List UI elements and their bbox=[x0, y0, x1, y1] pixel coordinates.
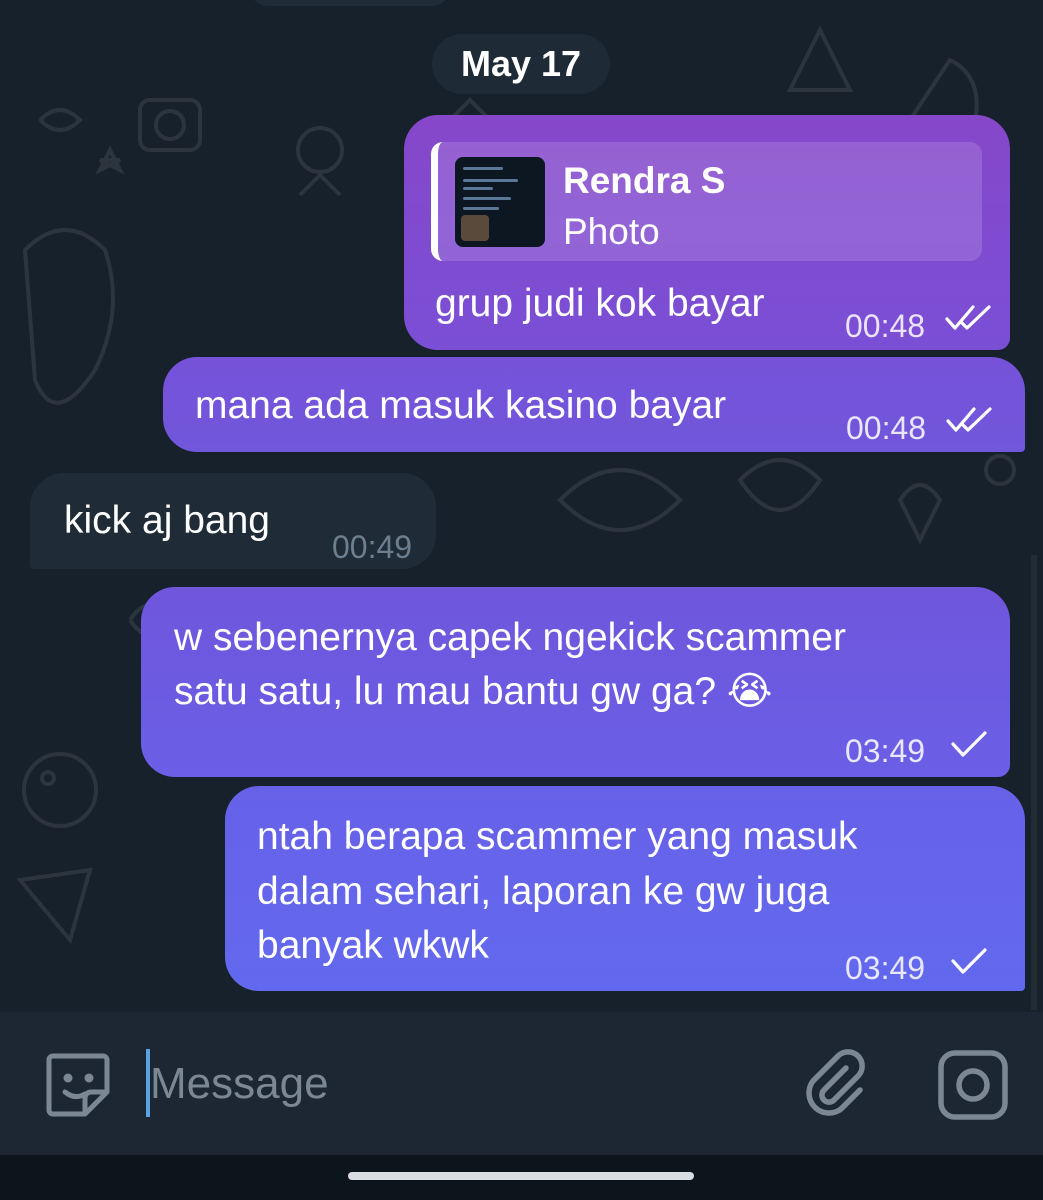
message-time: 03:49 bbox=[845, 733, 926, 769]
message-time: 00:48 bbox=[845, 308, 926, 344]
outgoing-message[interactable]: w sebenernya capek ngekick scammer satu … bbox=[141, 587, 1010, 777]
home-indicator[interactable] bbox=[348, 1172, 694, 1180]
single-check-icon bbox=[951, 731, 987, 757]
paperclip-icon[interactable] bbox=[800, 1048, 872, 1120]
outgoing-message[interactable]: Rendra S Photo grup judi kok bayar 00:48 bbox=[404, 115, 1010, 350]
message-input[interactable] bbox=[150, 1050, 750, 1118]
scrollbar[interactable] bbox=[1031, 555, 1037, 1010]
sticker-icon[interactable] bbox=[43, 1050, 113, 1120]
message-text-line: ntah berapa scammer yang masuk bbox=[257, 815, 858, 858]
message-text-line: dalam sehari, laporan ke gw juga bbox=[257, 870, 830, 913]
camera-icon[interactable] bbox=[936, 1048, 1010, 1122]
reply-photo-thumbnail bbox=[455, 157, 545, 247]
message-time: 00:48 bbox=[846, 410, 927, 446]
single-check-icon bbox=[951, 948, 987, 974]
message-time: 00:49 bbox=[332, 529, 413, 565]
double-check-icon bbox=[945, 305, 991, 330]
message-text-line: satu satu, lu mau bantu gw ga? 😭 bbox=[174, 670, 773, 713]
reply-preview[interactable]: Rendra S Photo bbox=[431, 142, 982, 261]
message-text: kick aj bang bbox=[64, 499, 270, 542]
message-text: mana ada masuk kasino bayar bbox=[195, 384, 727, 427]
reply-sender-name: Rendra S bbox=[563, 160, 726, 201]
outgoing-message[interactable]: mana ada masuk kasino bayar 00:48 bbox=[163, 357, 1025, 452]
message-time: 03:49 bbox=[845, 950, 926, 986]
chat-area: May 17 Rendra S Photo grup judi kok baya… bbox=[0, 0, 1043, 1012]
double-check-icon bbox=[946, 407, 992, 432]
date-separator: May 17 bbox=[432, 34, 610, 94]
message-text-line: w sebenernya capek ngekick scammer bbox=[174, 616, 846, 659]
incoming-message[interactable]: kick aj bang 00:49 bbox=[30, 473, 436, 569]
message-text: grup judi kok bayar bbox=[435, 282, 765, 325]
outgoing-message[interactable]: ntah berapa scammer yang masuk dalam seh… bbox=[225, 786, 1025, 991]
previous-message-edge bbox=[250, 0, 450, 6]
reply-media-type: Photo bbox=[563, 211, 660, 252]
message-text-line: banyak wkwk bbox=[257, 924, 489, 967]
